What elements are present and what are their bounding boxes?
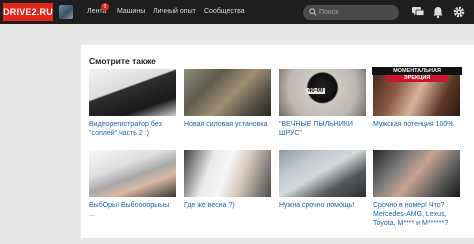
- card-image-engine[interactable]: [184, 69, 271, 116]
- nav-personal-experience[interactable]: Личный опыт: [153, 0, 196, 24]
- card-image-help[interactable]: [279, 150, 366, 197]
- card-title-help[interactable]: Нужна срочно помощь!: [279, 201, 366, 210]
- top-navigation-bar: DRIVE2.RU Лента 9 Машины Личный опыт Соо…: [0, 0, 474, 24]
- search-icon: [309, 8, 317, 16]
- bell-icon[interactable]: [431, 5, 445, 19]
- card-image-dashcam[interactable]: [89, 69, 176, 116]
- card-title-cv-boots[interactable]: "ВЕЧНЫЕ ПЫЛЬНИКИ ШРУС": [279, 120, 366, 138]
- card-title-engine[interactable]: Новая силовая установка: [184, 120, 271, 129]
- nav-cars[interactable]: Машины: [117, 0, 145, 24]
- search-input[interactable]: [319, 5, 395, 20]
- card-title-elections[interactable]: ВыбОры! Выбоооорыыы ...: [89, 201, 176, 219]
- search-box[interactable]: [303, 5, 399, 20]
- gear-icon[interactable]: [452, 5, 466, 19]
- card-title-dashcam[interactable]: Видеорегистратор без "соплей" часть 2 :): [89, 120, 176, 138]
- card-image-breaking-news[interactable]: [373, 150, 460, 197]
- promo-banner-line1: МОМЕНТАЛЬНАЯ: [372, 67, 462, 75]
- feed-notification-badge: 9: [101, 3, 109, 11]
- card-image-spring[interactable]: [184, 150, 271, 197]
- card-title-breaking-news[interactable]: Срочно в номер! Что? Mercedes-AMG, Lexus…: [373, 201, 468, 228]
- promo-banner-line2: ЭРЕКЦИЯ: [386, 75, 448, 82]
- card-title-spring[interactable]: Где же весна ?): [184, 201, 271, 210]
- panel-title: Смотрите также: [89, 56, 156, 66]
- card-image-elections[interactable]: [89, 150, 176, 197]
- site-logo[interactable]: DRIVE2.RU: [3, 3, 53, 21]
- card-title-promo[interactable]: Мужская потенция 100%: [373, 120, 460, 129]
- user-avatar[interactable]: [59, 5, 73, 19]
- chat-icon[interactable]: [411, 5, 425, 19]
- jar-label-text: 40-00: [306, 88, 326, 94]
- nav-communities[interactable]: Сообщества: [204, 0, 245, 24]
